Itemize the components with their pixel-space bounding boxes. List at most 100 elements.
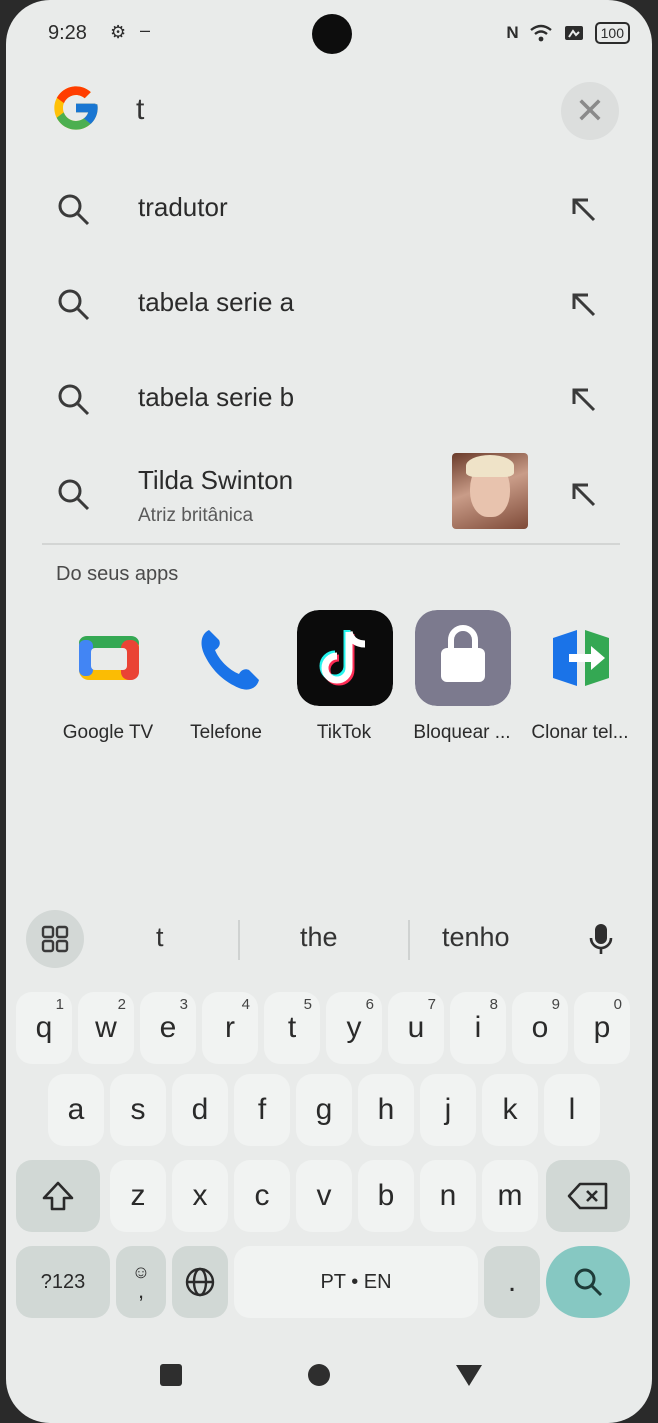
search-bar: ✕ <box>6 72 652 152</box>
search-icon <box>58 289 90 321</box>
key-j[interactable]: j <box>420 1074 476 1146</box>
suggestion-item[interactable]: tabela serie a <box>6 257 652 352</box>
suggestion-text: Tilda Swinton <box>138 465 294 495</box>
status-time: 9:28 <box>48 22 87 44</box>
back-icon <box>456 1365 482 1386</box>
arrow-up-left-icon[interactable] <box>566 382 602 418</box>
key-m[interactable]: m <box>482 1160 538 1232</box>
home-icon <box>308 1364 330 1386</box>
front-camera <box>312 14 352 54</box>
key-o[interactable]: o9 <box>512 992 568 1064</box>
symbols-key[interactable]: ?123 <box>16 1246 110 1318</box>
backspace-key[interactable] <box>546 1160 630 1232</box>
emoji-comma-key[interactable]: ☺ , <box>116 1246 166 1318</box>
app-label: Google TV <box>62 722 154 743</box>
suggestion-text: tabela serie a <box>138 287 295 317</box>
shift-key[interactable] <box>16 1160 100 1232</box>
search-icon <box>58 384 90 416</box>
key-c[interactable]: c <box>234 1160 290 1232</box>
key-g[interactable]: g <box>296 1074 352 1146</box>
suggestion-subtitle: Atriz britânica <box>138 505 254 526</box>
person-thumbnail <box>452 453 528 529</box>
battery-indicator: 100 <box>594 22 630 44</box>
suggestion-item[interactable]: tabela serie b <box>6 352 652 447</box>
key-t[interactable]: t5 <box>264 992 320 1064</box>
keyboard: q1 w2 e3 r4 t5 y6 u7 i8 o9 p0 a s d f g … <box>12 988 646 1328</box>
navigation-bar <box>6 1340 652 1423</box>
clear-button[interactable]: ✕ <box>561 82 619 140</box>
key-a[interactable]: a <box>48 1074 104 1146</box>
key-n[interactable]: n <box>420 1160 476 1232</box>
suggestion-item[interactable]: Tilda Swinton Atriz britânica <box>6 447 652 547</box>
language-key[interactable] <box>172 1246 228 1318</box>
gear-icon: ⚙ <box>110 22 127 42</box>
back-button[interactable] <box>444 1350 494 1400</box>
app-clonar[interactable]: Clonar tel... <box>518 608 629 758</box>
app-label: Bloquear ... <box>413 722 511 743</box>
key-k[interactable]: k <box>482 1074 538 1146</box>
phone-icon <box>201 630 259 690</box>
google-tv-icon <box>79 636 139 680</box>
key-i[interactable]: i8 <box>450 992 506 1064</box>
app-label: TikTok <box>316 722 372 743</box>
key-h[interactable]: h <box>358 1074 414 1146</box>
dash-icon: – <box>140 20 151 40</box>
key-b[interactable]: b <box>358 1160 414 1232</box>
key-w[interactable]: w2 <box>78 992 134 1064</box>
home-button[interactable] <box>294 1350 344 1400</box>
microphone-icon <box>589 924 613 954</box>
backspace-icon <box>567 1182 608 1210</box>
keyboard-suggestion[interactable]: t <box>156 922 164 953</box>
voice-input-button[interactable] <box>576 914 626 964</box>
suggestion-separator <box>408 920 410 960</box>
google-logo-icon <box>54 86 98 130</box>
search-icon <box>58 194 90 226</box>
key-e[interactable]: e3 <box>140 992 196 1064</box>
keyboard-menu-button[interactable] <box>26 910 84 968</box>
app-tiktok[interactable]: TikTok <box>282 608 393 758</box>
key-x[interactable]: x <box>172 1160 228 1232</box>
key-v[interactable]: v <box>296 1160 352 1232</box>
arrow-up-left-icon[interactable] <box>566 192 602 228</box>
suggestion-text: tabela serie b <box>138 382 295 412</box>
key-s[interactable]: s <box>110 1074 166 1146</box>
key-q[interactable]: q1 <box>16 992 72 1064</box>
clone-phone-icon <box>553 630 609 686</box>
period-key[interactable]: . <box>484 1246 540 1318</box>
status-bar: 9:28 ⚙ – N 100 <box>6 0 652 70</box>
app-label: Clonar tel... <box>531 722 629 743</box>
key-z[interactable]: z <box>110 1160 166 1232</box>
app-label: Telefone <box>190 722 262 743</box>
globe-icon <box>185 1267 215 1297</box>
grid-icon <box>41 925 69 953</box>
key-r[interactable]: r4 <box>202 992 258 1064</box>
arrow-up-left-icon[interactable] <box>566 287 602 323</box>
key-f[interactable]: f <box>234 1074 290 1146</box>
key-d[interactable]: d <box>172 1074 228 1146</box>
suggestion-list: tradutor tabela serie a tabela serie b T… <box>6 162 652 547</box>
key-l[interactable]: l <box>544 1074 600 1146</box>
keyboard-suggestion-strip: t the tenho <box>6 900 652 984</box>
suggestion-item[interactable]: tradutor <box>6 162 652 257</box>
suggestion-separator <box>238 920 240 960</box>
space-key[interactable]: PT • EN <box>234 1246 478 1318</box>
key-y[interactable]: y6 <box>326 992 382 1064</box>
status-icons: N 100 <box>506 22 630 44</box>
sim-icon <box>564 26 583 40</box>
keyboard-suggestion[interactable]: the <box>300 922 338 953</box>
app-bloquear[interactable]: Bloquear ... <box>400 608 511 758</box>
recents-icon <box>160 1364 182 1386</box>
search-key[interactable] <box>546 1246 630 1318</box>
key-u[interactable]: u7 <box>388 992 444 1064</box>
search-icon <box>58 479 90 511</box>
search-input[interactable] <box>136 84 546 136</box>
wifi-icon <box>529 24 552 42</box>
recents-button[interactable] <box>146 1350 196 1400</box>
keyboard-suggestion[interactable]: tenho <box>442 922 510 953</box>
app-google-tv[interactable]: Google TV <box>46 608 156 758</box>
app-telefone[interactable]: Telefone <box>164 608 274 758</box>
arrow-up-left-icon[interactable] <box>566 477 602 513</box>
key-p[interactable]: p0 <box>574 992 630 1064</box>
tiktok-icon <box>297 610 393 706</box>
lock-bag-icon <box>415 610 511 706</box>
